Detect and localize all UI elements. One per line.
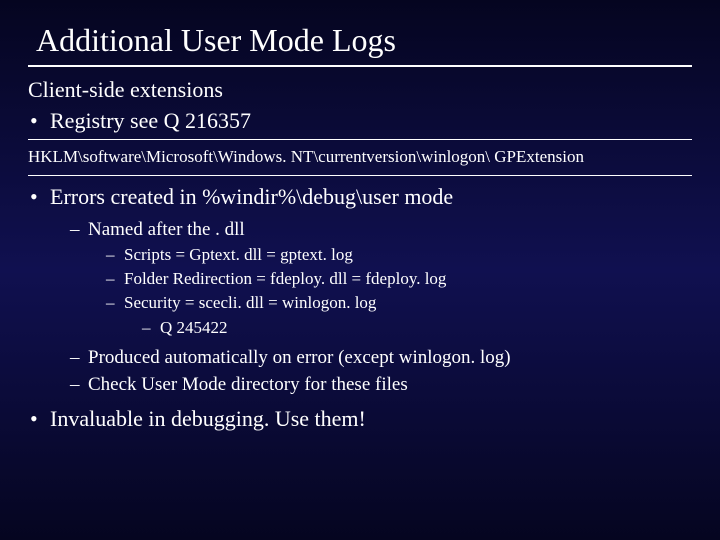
divider-1 [28,139,692,140]
slide: Additional User Mode Logs Client-side ex… [0,0,720,540]
slide-title: Additional User Mode Logs [0,0,720,65]
bullet-q245422: Q 245422 [28,317,692,339]
bullet-check-user-mode: Check User Mode directory for these file… [28,372,692,397]
title-underline [28,65,692,67]
bullet-registry: Registry see Q 216357 [28,106,692,135]
line-client-side-extensions: Client-side extensions [28,75,692,104]
registry-path: HKLM\software\Microsoft\Windows. NT\curr… [28,146,692,168]
bullet-scripts: Scripts = Gptext. dll = gptext. log [28,244,692,266]
bullet-errors: Errors created in %windir%\debug\user mo… [28,182,692,211]
bullet-security: Security = scecli. dll = winlogon. log [28,292,692,314]
bullet-named-after-dll: Named after the . dll [28,217,692,242]
bullet-folder-redirection: Folder Redirection = fdeploy. dll = fdep… [28,268,692,290]
divider-2 [28,175,692,176]
slide-body: Client-side extensions Registry see Q 21… [0,75,720,433]
bullet-invaluable: Invaluable in debugging. Use them! [28,404,692,433]
bullet-produced-automatically: Produced automatically on error (except … [28,345,692,370]
